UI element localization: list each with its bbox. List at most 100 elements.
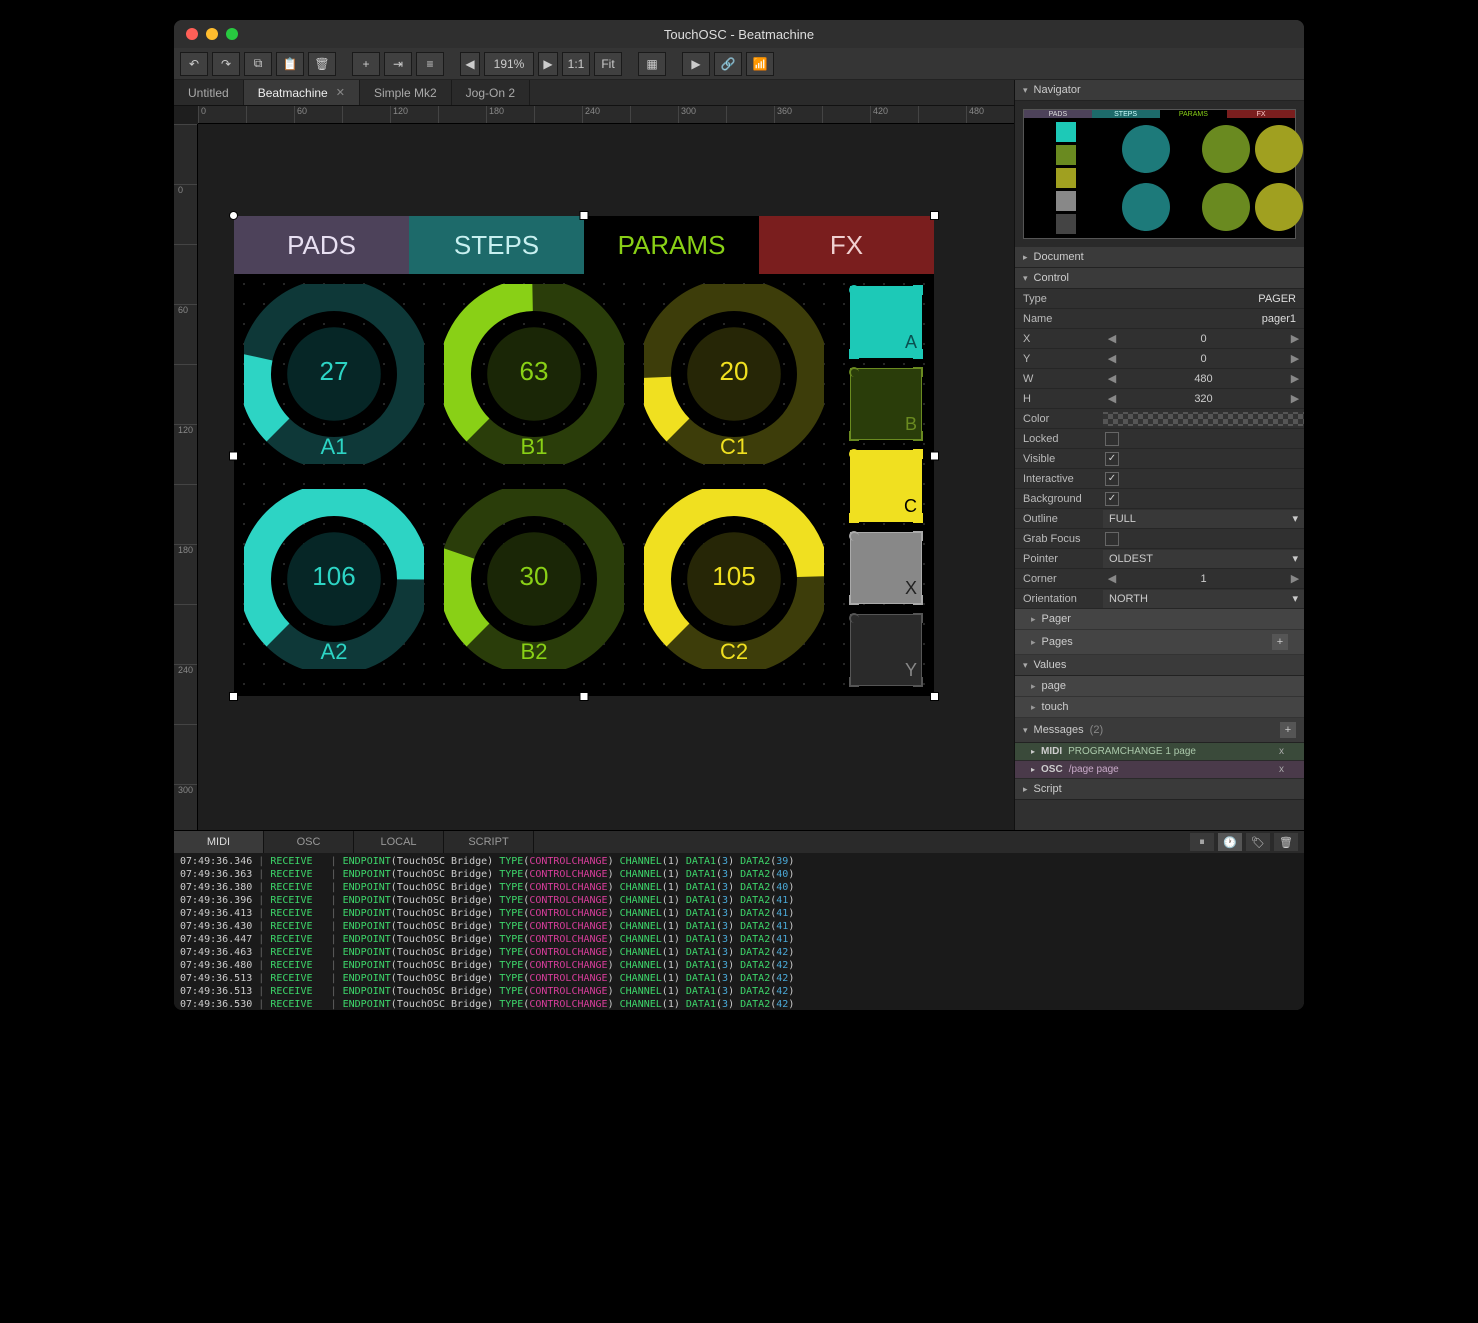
side-box-x[interactable]: X <box>850 532 922 604</box>
tab-untitled[interactable]: Untitled <box>174 80 244 105</box>
add-message-button[interactable]: + <box>1280 722 1296 738</box>
navigator-preview[interactable]: PADS STEPS PARAMS FX <box>1015 101 1304 247</box>
log-tab-local[interactable]: LOCAL <box>354 831 444 853</box>
chevron-right-icon: ▶ <box>1286 572 1304 585</box>
knob-a1-value: 27 <box>320 356 349 387</box>
prop-w[interactable]: W◀480▶ <box>1015 369 1304 389</box>
undo-button[interactable]: ↶ <box>180 52 208 76</box>
log-tab-osc[interactable]: OSC <box>264 831 354 853</box>
canvas-viewport[interactable]: 060120180240300360420480 060120180240300… <box>174 106 1014 830</box>
tag-log-button[interactable]: 🏷 <box>1246 833 1270 851</box>
message-osc[interactable]: OSC /page pagex <box>1015 761 1304 779</box>
add-page-button[interactable]: + <box>1272 634 1288 650</box>
prop-type: TypePAGER <box>1015 289 1304 309</box>
prop-h[interactable]: H◀320▶ <box>1015 389 1304 409</box>
knob-a1-label: A1 <box>321 434 348 460</box>
prop-background[interactable]: Background✓ <box>1015 489 1304 509</box>
section-values[interactable]: Values <box>1015 655 1304 676</box>
copy-button[interactable]: ⧉ <box>244 52 272 76</box>
tab-jog-on-2[interactable]: Jog-On 2 <box>452 80 530 105</box>
chevron-left-icon: ◀ <box>1103 372 1121 385</box>
prop-locked[interactable]: Locked <box>1015 429 1304 449</box>
clock-log-button[interactable]: 🕐 <box>1218 833 1242 851</box>
prop-visible[interactable]: Visible✓ <box>1015 449 1304 469</box>
pager-tab-pads[interactable]: PADS <box>234 216 409 274</box>
chevron-right-icon: ▶ <box>1286 352 1304 365</box>
close-window-icon[interactable] <box>186 28 198 40</box>
prop-pointer[interactable]: PointerOLDEST▾ <box>1015 549 1304 569</box>
tab-beatmachine[interactable]: Beatmachine✕ <box>244 80 360 105</box>
redo-button[interactable]: ↷ <box>212 52 240 76</box>
ruler-horizontal: 060120180240300360420480 <box>198 106 1014 124</box>
prop-orientation[interactable]: OrientationNORTH▾ <box>1015 589 1304 609</box>
clear-log-button[interactable]: 🗑 <box>1274 833 1298 851</box>
prop-corner[interactable]: Corner◀1▶ <box>1015 569 1304 589</box>
close-icon[interactable]: ✕ <box>336 86 345 99</box>
section-pages[interactable]: Pages+ <box>1015 630 1304 655</box>
value-page[interactable]: page <box>1015 676 1304 697</box>
knob-c1[interactable]: 20 C1 <box>644 284 824 484</box>
section-messages[interactable]: Messages (2)+ <box>1015 718 1304 743</box>
section-document[interactable]: Document <box>1015 247 1304 268</box>
section-navigator[interactable]: Navigator <box>1015 80 1304 101</box>
value-touch[interactable]: touch <box>1015 697 1304 718</box>
minimize-window-icon[interactable] <box>206 28 218 40</box>
log-line: 07:49:36.463 | RECEIVE | ENDPOINT(TouchO… <box>180 946 1298 959</box>
design-canvas[interactable]: PADS STEPS PARAMS FX 27 A1 <box>234 216 934 696</box>
log-body[interactable]: 07:49:36.346 | RECEIVE | ENDPOINT(TouchO… <box>174 853 1304 1010</box>
section-pager[interactable]: Pager <box>1015 609 1304 630</box>
zoom-1to1-button[interactable]: 1:1 <box>562 52 590 76</box>
pager-tab-steps[interactable]: STEPS <box>409 216 584 274</box>
zoom-fit-button[interactable]: Fit <box>594 52 622 76</box>
side-box-a[interactable]: A <box>850 286 922 358</box>
knob-b1[interactable]: 63 B1 <box>444 284 624 484</box>
delete-icon[interactable]: x <box>1275 764 1288 775</box>
prop-name[interactable]: Namepager1 <box>1015 309 1304 329</box>
prop-y[interactable]: Y◀0▶ <box>1015 349 1304 369</box>
knob-a2[interactable]: 106 A2 <box>244 489 424 689</box>
zoom-in-button[interactable]: ▶ <box>538 52 558 76</box>
knob-b2-value: 30 <box>520 561 549 592</box>
log-line: 07:49:36.480 | RECEIVE | ENDPOINT(TouchO… <box>180 959 1298 972</box>
knob-c1-value: 20 <box>720 356 749 387</box>
log-tab-script[interactable]: SCRIPT <box>444 831 534 853</box>
wifi-button[interactable]: 📶 <box>746 52 774 76</box>
knob-b2[interactable]: 30 B2 <box>444 489 624 689</box>
play-button[interactable]: ▶ <box>682 52 710 76</box>
layers-button[interactable]: ≡ <box>416 52 444 76</box>
chevron-left-icon: ◀ <box>1103 352 1121 365</box>
section-script[interactable]: Script <box>1015 779 1304 800</box>
side-box-b[interactable]: B <box>850 368 922 440</box>
pager-tab-params[interactable]: PARAMS <box>584 216 759 274</box>
knob-c2[interactable]: 105 C2 <box>644 489 824 689</box>
zoom-out-button[interactable]: ◀ <box>460 52 480 76</box>
add-button[interactable]: + <box>352 52 380 76</box>
pause-log-button[interactable]: ⏸ <box>1190 833 1214 851</box>
pager-tab-fx[interactable]: FX <box>759 216 934 274</box>
zoom-level[interactable]: 191% <box>484 52 534 76</box>
prop-outline[interactable]: OutlineFULL▾ <box>1015 509 1304 529</box>
titlebar[interactable]: TouchOSC - Beatmachine <box>174 20 1304 48</box>
section-control[interactable]: Control <box>1015 268 1304 289</box>
delete-button[interactable]: 🗑 <box>308 52 336 76</box>
link-button[interactable]: 🔗 <box>714 52 742 76</box>
paste-button[interactable]: 📋 <box>276 52 304 76</box>
prop-color[interactable]: Color <box>1015 409 1304 429</box>
chevron-down-icon: ▾ <box>1292 552 1298 565</box>
log-tab-midi[interactable]: MIDI <box>174 831 264 853</box>
delete-icon[interactable]: x <box>1275 746 1288 757</box>
message-midi[interactable]: MIDI PROGRAMCHANGE 1 pagex <box>1015 743 1304 761</box>
knob-b1-label: B1 <box>521 434 548 460</box>
prop-grabfocus[interactable]: Grab Focus <box>1015 529 1304 549</box>
side-box-y[interactable]: Y <box>850 614 922 686</box>
window-title: TouchOSC - Beatmachine <box>174 27 1304 42</box>
log-line: 07:49:36.396 | RECEIVE | ENDPOINT(TouchO… <box>180 894 1298 907</box>
tab-simple-mk2[interactable]: Simple Mk2 <box>360 80 452 105</box>
grid-button[interactable]: ▦ <box>638 52 666 76</box>
prop-interactive[interactable]: Interactive✓ <box>1015 469 1304 489</box>
export-button[interactable]: ⇥ <box>384 52 412 76</box>
side-box-c[interactable]: C <box>850 450 922 522</box>
maximize-window-icon[interactable] <box>226 28 238 40</box>
prop-x[interactable]: X◀0▶ <box>1015 329 1304 349</box>
knob-a1[interactable]: 27 A1 <box>244 284 424 484</box>
